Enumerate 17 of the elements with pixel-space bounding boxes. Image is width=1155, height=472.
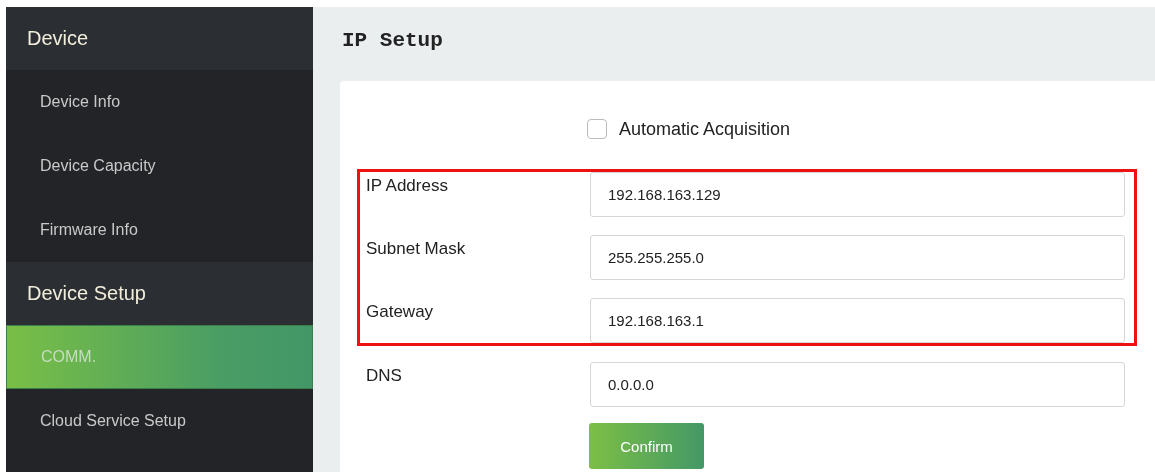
sidebar-section-title: Device [6,7,313,70]
sidebar-item[interactable]: Device Info [6,70,313,134]
checkbox[interactable] [587,119,607,139]
sidebar-section-title: Device Setup [6,262,313,325]
input-field[interactable]: 192.168.163.1 [590,298,1125,343]
sidebar-item[interactable]: Cloud Service Setup [6,389,313,453]
sidebar-item[interactable]: Device Capacity [6,134,313,198]
input-field[interactable]: 255.255.255.0 [590,235,1125,280]
field-label: Subnet Mask [366,238,467,260]
field-label: Gateway [366,301,435,323]
page-title: IP Setup [341,28,444,54]
input-field[interactable]: 0.0.0.0 [590,362,1125,407]
checkbox-label: Automatic Acquisition [619,118,791,140]
field-label: IP Address [366,175,449,197]
field-label: DNS [366,365,403,387]
sidebar-item[interactable]: Firmware Info [6,198,313,262]
input-field[interactable]: 192.168.163.129 [590,172,1125,217]
